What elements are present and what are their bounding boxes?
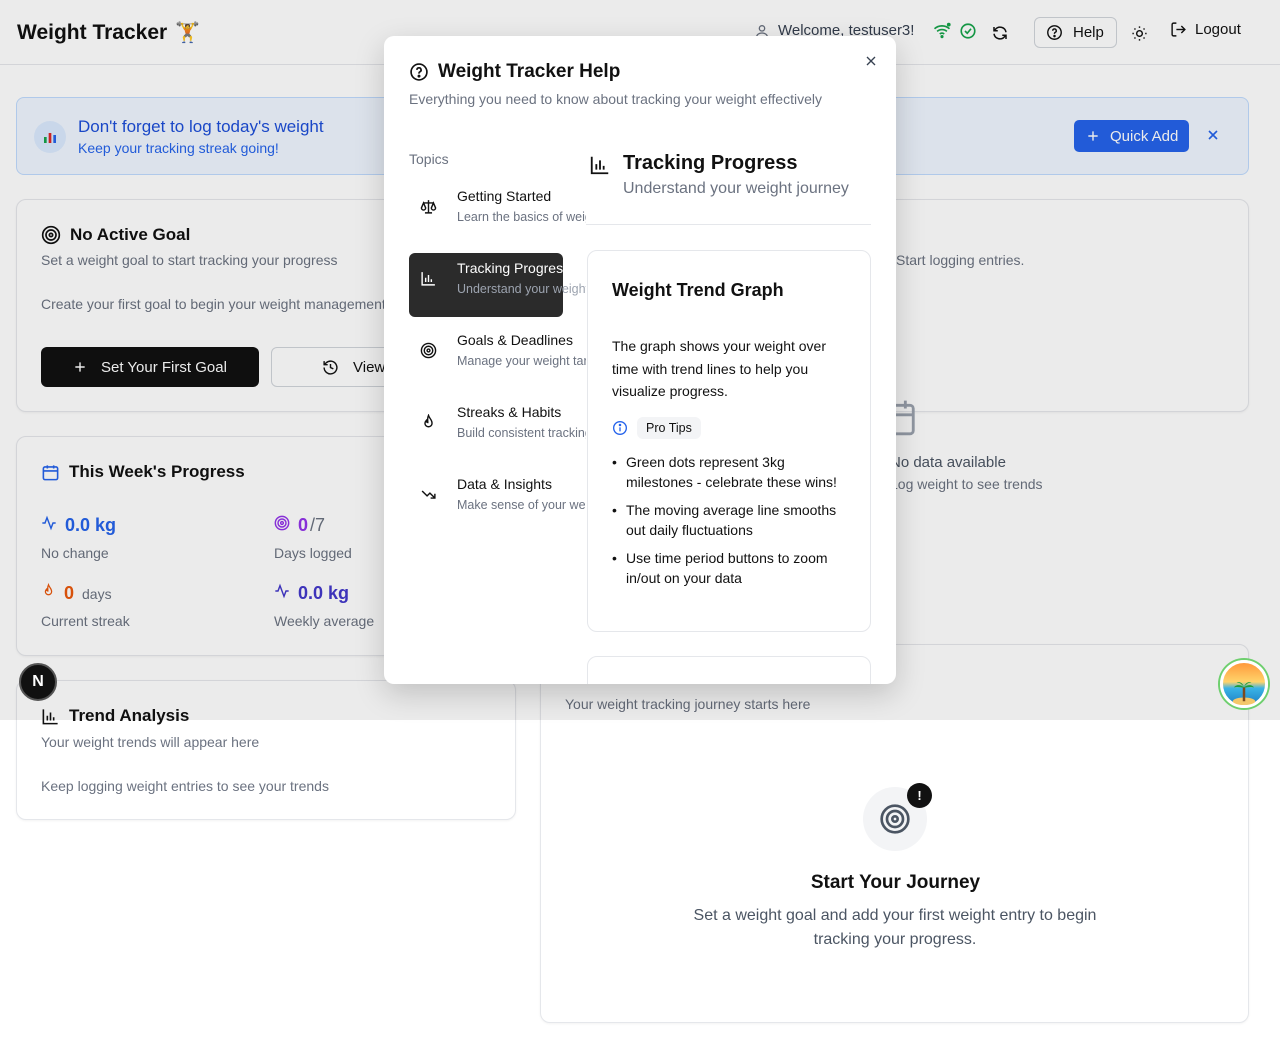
- topic-desc: Make sense of your weight data: [457, 498, 586, 512]
- topics-sidebar: Topics Getting Started Learn the basics …: [384, 36, 586, 684]
- topic-label: Data & Insights: [457, 476, 552, 492]
- divider: [586, 224, 871, 225]
- list-item: Use time period buttons to zoom in/out o…: [612, 548, 852, 588]
- bar-chart-icon: [420, 270, 437, 287]
- next-js-badge-button[interactable]: N: [19, 663, 57, 701]
- info-icon: [613, 421, 627, 435]
- island-avatar-button[interactable]: [1220, 660, 1268, 708]
- journey-title: Start Your Journey: [810, 872, 981, 893]
- help-dialog: Weight Tracker Help Everything you need …: [384, 36, 896, 684]
- target-icon: [420, 342, 437, 359]
- alert-badge: !: [907, 783, 932, 808]
- topic-desc: Manage your weight targets: [457, 354, 586, 368]
- topic-goals-deadlines[interactable]: Goals & Deadlines Manage your weight tar…: [409, 325, 586, 389]
- help-content-subtitle: Understand your weight journey: [623, 180, 849, 197]
- topic-desc: Understand your weight journey: [457, 282, 586, 296]
- close-dialog-button[interactable]: [863, 53, 879, 69]
- topic-tracking-progress[interactable]: Tracking Progress Understand your weight…: [409, 253, 586, 317]
- trending-down-icon: [420, 486, 437, 503]
- list-item: Green dots represent 3kg milestones - ce…: [612, 452, 852, 492]
- help-content-pane: Tracking Progress Understand your weight…: [586, 136, 896, 684]
- journey-text: Set a weight goal and add your first wei…: [693, 907, 1097, 948]
- info-card-text: The graph shows your weight over time wi…: [612, 338, 826, 399]
- topic-getting-started[interactable]: Getting Started Learn the basics of weig…: [409, 181, 586, 245]
- weight-trend-graph-card: Weight Trend Graph The graph shows your …: [587, 250, 871, 632]
- help-content-title: Tracking Progress: [623, 152, 798, 174]
- info-card-title: Weight Trend Graph: [612, 280, 784, 300]
- trend-analysis-body: Keep logging weight entries to see your …: [41, 778, 329, 794]
- palm-tree-icon: [1232, 682, 1256, 705]
- topic-desc: Learn the basics of weight tracking: [457, 210, 586, 224]
- scale-icon: [420, 198, 437, 215]
- list-item: The moving average line smooths out dail…: [612, 500, 852, 540]
- pro-tips-header: Pro Tips: [612, 417, 701, 439]
- topic-desc: Build consistent tracking habits: [457, 426, 586, 440]
- next-help-card: [587, 656, 871, 684]
- trend-analysis-subtitle: Your weight trends will appear here: [41, 734, 260, 750]
- topics-heading: Topics: [409, 151, 449, 167]
- bar-chart-icon: [589, 154, 611, 176]
- topic-streaks-habits[interactable]: Streaks & Habits Build consistent tracki…: [409, 397, 586, 461]
- pro-tips-pill: Pro Tips: [637, 417, 701, 439]
- topic-data-insights[interactable]: Data & Insights Make sense of your weigh…: [409, 469, 586, 533]
- flame-icon: [420, 414, 437, 431]
- topic-label: Streaks & Habits: [457, 404, 562, 420]
- topic-label: Goals & Deadlines: [457, 332, 573, 348]
- pro-tips-list: Green dots represent 3kg milestones - ce…: [612, 452, 852, 596]
- topic-label: Tracking Progress: [457, 260, 571, 276]
- close-icon: [866, 56, 876, 66]
- topic-label: Getting Started: [457, 188, 552, 204]
